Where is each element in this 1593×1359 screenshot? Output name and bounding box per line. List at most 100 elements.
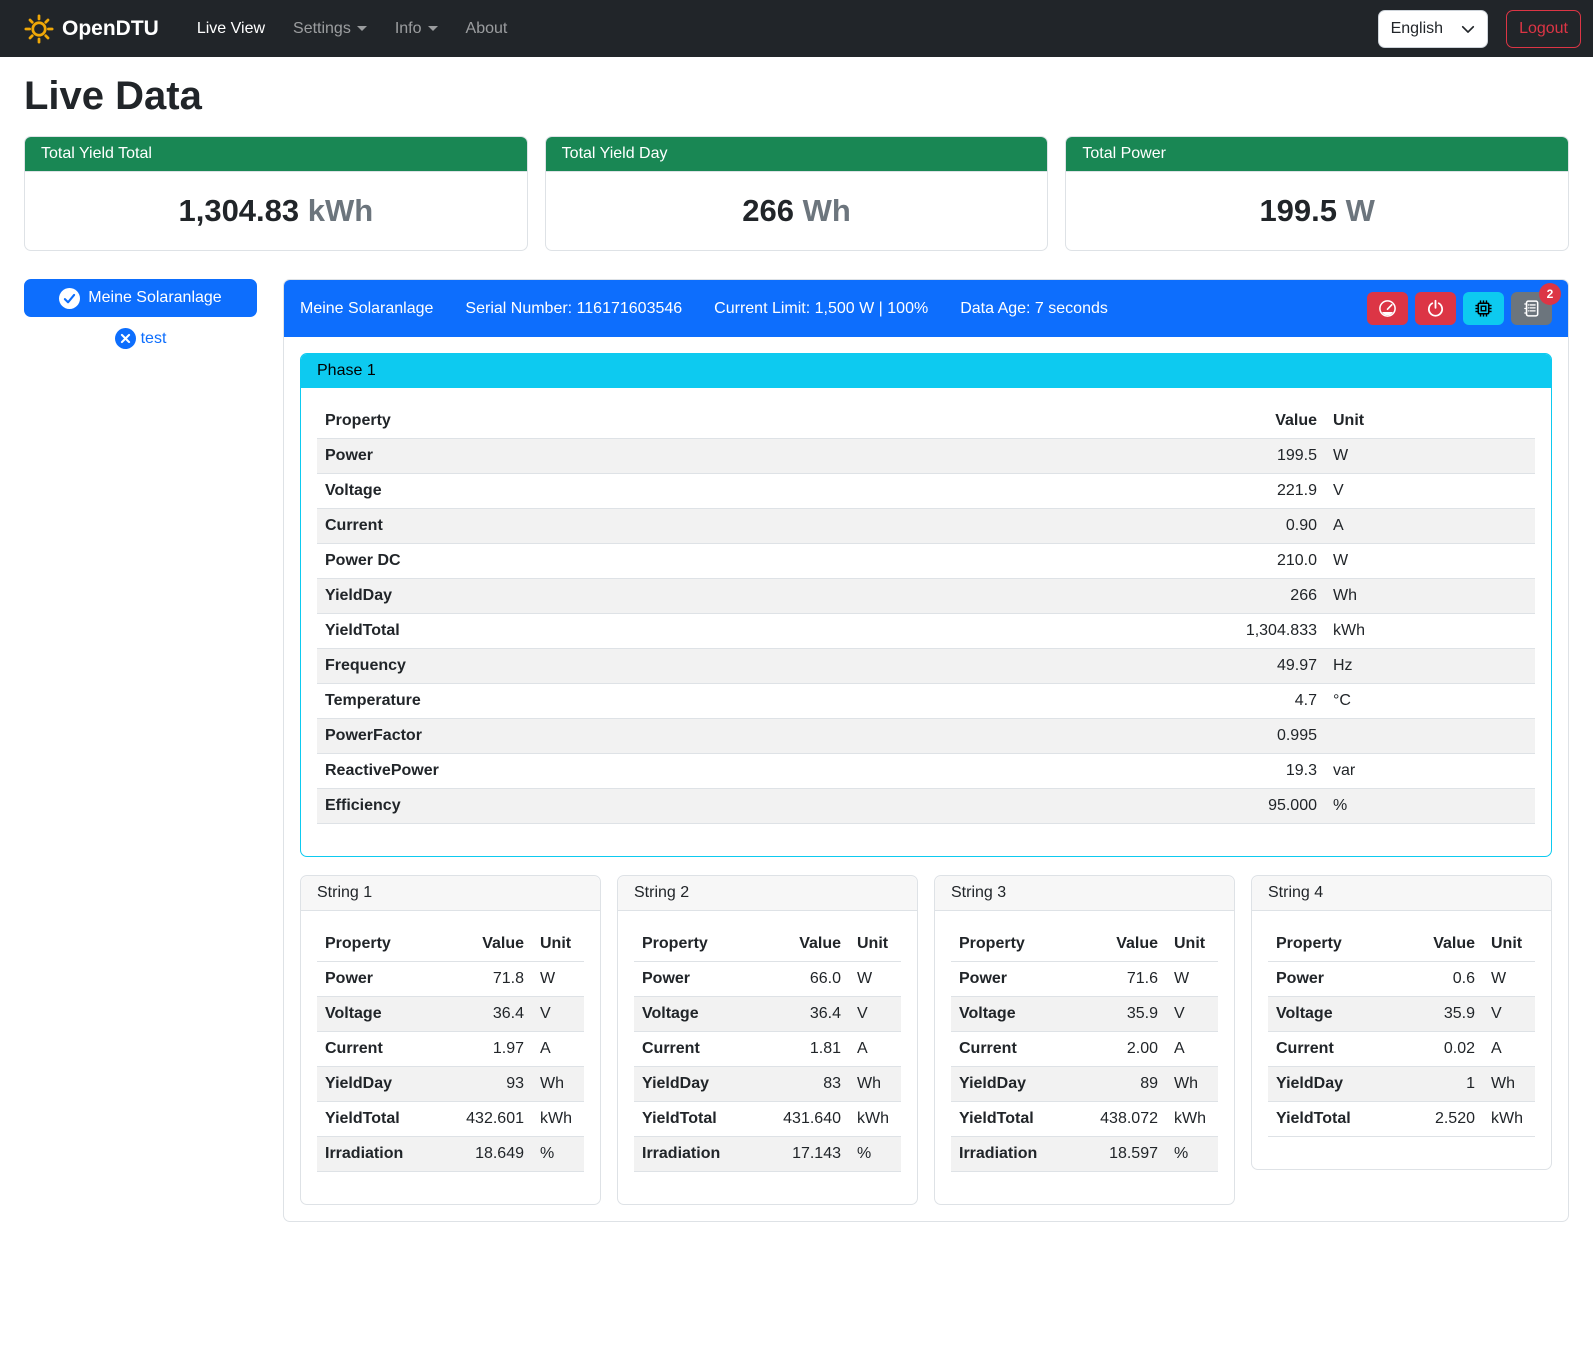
phase-table: Property Value Unit Power199.5WVoltage22…	[317, 404, 1535, 824]
table-row: Power199.5W	[317, 439, 1535, 474]
language-select[interactable]: English	[1378, 10, 1488, 48]
col-value: Value	[757, 927, 849, 962]
table-row: Voltage36.4V	[634, 997, 901, 1032]
table-row: YieldDay1Wh	[1268, 1067, 1535, 1102]
table-header-row: Property Value Unit	[951, 927, 1218, 962]
caret-down-icon	[428, 26, 438, 31]
col-property: Property	[951, 927, 1074, 962]
nav-item-info[interactable]: Info	[383, 12, 450, 46]
inverter-serial: Serial Number: 116171603546	[465, 300, 682, 318]
summary-row: Total Yield Total 1,304.83 kWh Total Yie…	[24, 136, 1569, 251]
col-value: Value	[440, 927, 532, 962]
table-row: Current2.00A	[951, 1032, 1218, 1067]
page-title: Live Data	[24, 74, 1569, 119]
table-row: Frequency49.97Hz	[317, 649, 1535, 684]
card-total-yield-day-title: Total Yield Day	[546, 137, 1048, 172]
inverter-data-age: Data Age: 7 seconds	[960, 300, 1108, 318]
col-value: Value	[1195, 404, 1325, 439]
table-row: Current0.02A	[1268, 1032, 1535, 1067]
string-1-title: String 1	[301, 876, 600, 911]
col-property: Property	[634, 927, 757, 962]
total-yield-day-value: 266	[742, 193, 794, 228]
nav-item-live-view-label: Live View	[197, 20, 265, 38]
event-log-button[interactable]: 2	[1511, 292, 1552, 325]
table-header-row: Property Value Unit	[1268, 927, 1535, 962]
table-row: Temperature4.7°C	[317, 684, 1535, 719]
nav-item-settings[interactable]: Settings	[281, 12, 379, 46]
table-row: Efficiency95.000%	[317, 789, 1535, 824]
inverter-header: Meine Solaranlage Serial Number: 1161716…	[284, 280, 1568, 337]
table-row: YieldTotal438.072kWh	[951, 1102, 1218, 1137]
strings-row: String 1 Property Value Unit	[300, 875, 1552, 1205]
table-row: Irradiation17.143%	[634, 1137, 901, 1172]
nav-item-live-view[interactable]: Live View	[185, 12, 277, 46]
total-yield-total-value: 1,304.83	[178, 193, 299, 228]
string-4-table: Property Value Unit Power0.6WVoltage35.9…	[1268, 927, 1535, 1137]
string-3-card: String 3 Property Value Unit	[934, 875, 1235, 1205]
table-row: YieldTotal2.520kWh	[1268, 1102, 1535, 1137]
inverter-limit: Current Limit: 1,500 W | 100%	[714, 300, 928, 318]
limit-settings-button[interactable]	[1367, 292, 1408, 325]
nav-item-about[interactable]: About	[454, 12, 520, 46]
gauge-icon	[1378, 299, 1397, 318]
table-header-row: Property Value Unit	[317, 927, 584, 962]
table-row: YieldDay93Wh	[317, 1067, 584, 1102]
total-power-unit: W	[1346, 193, 1375, 228]
col-unit: Unit	[1166, 927, 1218, 962]
nav-item-settings-label: Settings	[293, 20, 351, 38]
power-icon	[1426, 299, 1445, 318]
inverter-select-button[interactable]: Meine Solaranlage	[24, 279, 257, 317]
table-row: Voltage36.4V	[317, 997, 584, 1032]
chevron-down-icon	[1461, 22, 1475, 36]
col-unit: Unit	[1483, 927, 1535, 962]
inverter-name: Meine Solaranlage	[300, 300, 433, 318]
power-button[interactable]	[1415, 292, 1456, 325]
table-row: YieldTotal1,304.833kWh	[317, 614, 1535, 649]
inverter-actions: 2	[1367, 292, 1552, 325]
table-row: Power0.6W	[1268, 962, 1535, 997]
string-3-title: String 3	[935, 876, 1234, 911]
logout-button[interactable]: Logout	[1506, 10, 1581, 48]
inverter-select-label: Meine Solaranlage	[88, 289, 221, 307]
navbar: OpenDTU Live View Settings Info About En…	[0, 0, 1593, 57]
table-row: YieldTotal431.640kWh	[634, 1102, 901, 1137]
total-yield-total-unit: kWh	[308, 193, 373, 228]
brand[interactable]: OpenDTU	[24, 14, 159, 44]
phase-title: Phase 1	[301, 354, 1551, 388]
table-row: YieldDay89Wh	[951, 1067, 1218, 1102]
card-total-yield-total: Total Yield Total 1,304.83 kWh	[24, 136, 528, 251]
nav-links: Live View Settings Info About	[185, 12, 1370, 46]
string-2-table: Property Value Unit Power66.0WVoltage36.…	[634, 927, 901, 1172]
table-row: Current1.97A	[317, 1032, 584, 1067]
card-total-power: Total Power 199.5 W	[1065, 136, 1569, 251]
col-unit: Unit	[849, 927, 901, 962]
col-property: Property	[1268, 927, 1391, 962]
col-value: Value	[1391, 927, 1483, 962]
sun-icon	[24, 14, 54, 44]
caret-down-icon	[357, 26, 367, 31]
string-1-table: Property Value Unit Power71.8WVoltage36.…	[317, 927, 584, 1172]
table-row: ReactivePower19.3var	[317, 754, 1535, 789]
card-total-yield-day: Total Yield Day 266 Wh	[545, 136, 1049, 251]
table-row: Voltage35.9V	[1268, 997, 1535, 1032]
string-3-table: Property Value Unit Power71.6WVoltage35.…	[951, 927, 1218, 1172]
col-value: Value	[1074, 927, 1166, 962]
brand-label: OpenDTU	[62, 17, 159, 41]
table-header-row: Property Value Unit	[634, 927, 901, 962]
col-property: Property	[317, 927, 440, 962]
table-row: Power66.0W	[634, 962, 901, 997]
table-row: YieldTotal432.601kWh	[317, 1102, 584, 1137]
table-row: Power71.6W	[951, 962, 1218, 997]
total-yield-day-unit: Wh	[803, 193, 851, 228]
inverter-item-test[interactable]: test	[24, 328, 257, 349]
string-2-card: String 2 Property Value Unit	[617, 875, 918, 1205]
card-total-power-title: Total Power	[1066, 137, 1568, 172]
inverter-card: Meine Solaranlage Serial Number: 1161716…	[283, 279, 1569, 1222]
string-2-title: String 2	[618, 876, 917, 911]
total-power-value: 199.5	[1259, 193, 1337, 228]
device-info-button[interactable]	[1463, 292, 1504, 325]
language-select-value: English	[1391, 20, 1443, 38]
event-count-badge: 2	[1539, 283, 1561, 305]
nav-item-about-label: About	[466, 20, 508, 38]
table-row: YieldDay83Wh	[634, 1067, 901, 1102]
